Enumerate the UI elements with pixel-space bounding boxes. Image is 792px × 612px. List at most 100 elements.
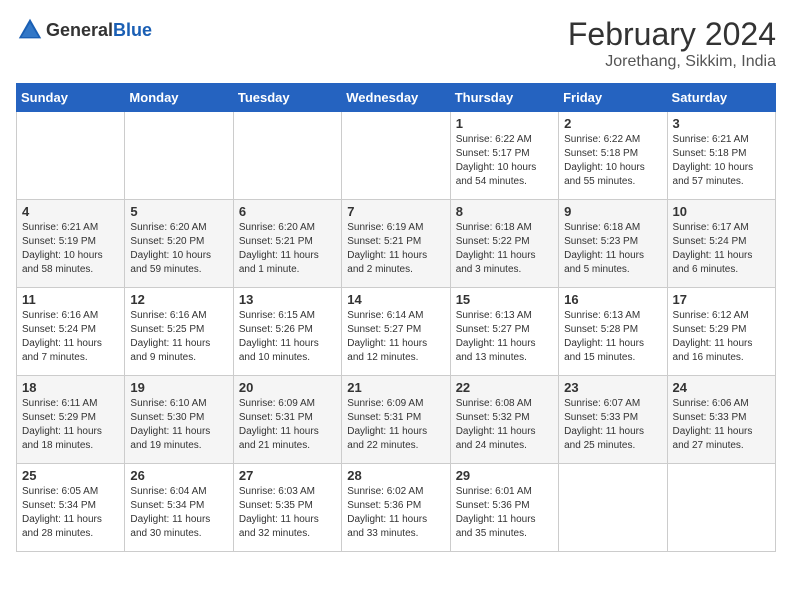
day-info: Sunrise: 6:13 AM Sunset: 5:28 PM Dayligh… (564, 309, 661, 365)
day-cell-18: 18 Sunrise: 6:11 AM Sunset: 5:29 PM Dayli… (17, 376, 125, 464)
day-info: Sunrise: 6:18 AM Sunset: 5:22 PM Dayligh… (456, 221, 553, 277)
day-cell-25: 25 Sunrise: 6:05 AM Sunset: 5:34 PM Dayli… (17, 464, 125, 552)
day-info: Sunrise: 6:12 AM Sunset: 5:29 PM Dayligh… (673, 309, 770, 365)
day-info: Sunrise: 6:16 AM Sunset: 5:25 PM Dayligh… (130, 309, 227, 365)
day-info: Sunrise: 6:02 AM Sunset: 5:36 PM Dayligh… (347, 485, 444, 541)
day-number: 11 (22, 292, 119, 307)
day-cell-13: 13 Sunrise: 6:15 AM Sunset: 5:26 PM Dayli… (233, 288, 341, 376)
day-info: Sunrise: 6:11 AM Sunset: 5:29 PM Dayligh… (22, 397, 119, 453)
day-number: 15 (456, 292, 553, 307)
day-number: 3 (673, 116, 770, 131)
weekday-header-wednesday: Wednesday (342, 84, 450, 112)
day-number: 8 (456, 204, 553, 219)
empty-cell (342, 112, 450, 200)
day-number: 29 (456, 468, 553, 483)
day-number: 10 (673, 204, 770, 219)
weekday-header-monday: Monday (125, 84, 233, 112)
week-row-1: 1 Sunrise: 6:22 AM Sunset: 5:17 PM Daylig… (17, 112, 776, 200)
day-info: Sunrise: 6:18 AM Sunset: 5:23 PM Dayligh… (564, 221, 661, 277)
day-cell-10: 10 Sunrise: 6:17 AM Sunset: 5:24 PM Dayli… (667, 200, 775, 288)
logo: GeneralBlue (16, 16, 152, 44)
day-info: Sunrise: 6:09 AM Sunset: 5:31 PM Dayligh… (239, 397, 336, 453)
empty-cell (125, 112, 233, 200)
week-row-4: 18 Sunrise: 6:11 AM Sunset: 5:29 PM Dayli… (17, 376, 776, 464)
day-cell-2: 2 Sunrise: 6:22 AM Sunset: 5:18 PM Daylig… (559, 112, 667, 200)
day-number: 18 (22, 380, 119, 395)
day-cell-16: 16 Sunrise: 6:13 AM Sunset: 5:28 PM Dayli… (559, 288, 667, 376)
day-info: Sunrise: 6:17 AM Sunset: 5:24 PM Dayligh… (673, 221, 770, 277)
day-number: 26 (130, 468, 227, 483)
day-number: 16 (564, 292, 661, 307)
day-info: Sunrise: 6:19 AM Sunset: 5:21 PM Dayligh… (347, 221, 444, 277)
day-number: 27 (239, 468, 336, 483)
day-cell-19: 19Sunrise: 6:10 AM Sunset: 5:30 PM Dayli… (125, 376, 233, 464)
day-number: 17 (673, 292, 770, 307)
empty-cell (17, 112, 125, 200)
title-area: February 2024 Jorethang, Sikkim, India (568, 16, 776, 71)
month-title: February 2024 (568, 16, 776, 53)
day-info: Sunrise: 6:14 AM Sunset: 5:27 PM Dayligh… (347, 309, 444, 365)
day-info: Sunrise: 6:21 AM Sunset: 5:19 PM Dayligh… (22, 221, 119, 277)
day-number: 13 (239, 292, 336, 307)
day-info: Sunrise: 6:04 AM Sunset: 5:34 PM Dayligh… (130, 485, 227, 541)
empty-cell (667, 464, 775, 552)
day-number: 24 (673, 380, 770, 395)
day-cell-8: 8 Sunrise: 6:18 AM Sunset: 5:22 PM Daylig… (450, 200, 558, 288)
day-info: Sunrise: 6:16 AM Sunset: 5:24 PM Dayligh… (22, 309, 119, 365)
day-cell-7: 7 Sunrise: 6:19 AM Sunset: 5:21 PM Daylig… (342, 200, 450, 288)
day-cell-27: 27 Sunrise: 6:03 AM Sunset: 5:35 PM Dayli… (233, 464, 341, 552)
day-cell-4: 4Sunrise: 6:21 AM Sunset: 5:19 PM Daylig… (17, 200, 125, 288)
day-cell-14: 14 Sunrise: 6:14 AM Sunset: 5:27 PM Dayli… (342, 288, 450, 376)
day-info: Sunrise: 6:21 AM Sunset: 5:18 PM Dayligh… (673, 133, 770, 189)
day-cell-21: 21Sunrise: 6:09 AM Sunset: 5:31 PM Dayli… (342, 376, 450, 464)
day-info: Sunrise: 6:09 AM Sunset: 5:31 PM Dayligh… (347, 397, 444, 453)
week-row-2: 4Sunrise: 6:21 AM Sunset: 5:19 PM Daylig… (17, 200, 776, 288)
day-info: Sunrise: 6:13 AM Sunset: 5:27 PM Dayligh… (456, 309, 553, 365)
logo-icon (16, 16, 44, 44)
day-number: 22 (456, 380, 553, 395)
day-info: Sunrise: 6:10 AM Sunset: 5:30 PM Dayligh… (130, 397, 227, 453)
day-number: 23 (564, 380, 661, 395)
day-number: 6 (239, 204, 336, 219)
weekday-header-thursday: Thursday (450, 84, 558, 112)
week-row-5: 25 Sunrise: 6:05 AM Sunset: 5:34 PM Dayli… (17, 464, 776, 552)
day-number: 14 (347, 292, 444, 307)
weekday-header-saturday: Saturday (667, 84, 775, 112)
day-info: Sunrise: 6:08 AM Sunset: 5:32 PM Dayligh… (456, 397, 553, 453)
day-number: 2 (564, 116, 661, 131)
day-info: Sunrise: 6:05 AM Sunset: 5:34 PM Dayligh… (22, 485, 119, 541)
day-info: Sunrise: 6:15 AM Sunset: 5:26 PM Dayligh… (239, 309, 336, 365)
day-info: Sunrise: 6:06 AM Sunset: 5:33 PM Dayligh… (673, 397, 770, 453)
day-number: 9 (564, 204, 661, 219)
day-cell-17: 17 Sunrise: 6:12 AM Sunset: 5:29 PM Dayli… (667, 288, 775, 376)
day-info: Sunrise: 6:01 AM Sunset: 5:36 PM Dayligh… (456, 485, 553, 541)
day-number: 25 (22, 468, 119, 483)
day-number: 1 (456, 116, 553, 131)
day-cell-11: 11 Sunrise: 6:16 AM Sunset: 5:24 PM Dayli… (17, 288, 125, 376)
day-cell-15: 15 Sunrise: 6:13 AM Sunset: 5:27 PM Dayli… (450, 288, 558, 376)
empty-cell (559, 464, 667, 552)
weekday-header-tuesday: Tuesday (233, 84, 341, 112)
day-cell-23: 23Sunrise: 6:07 AM Sunset: 5:33 PM Dayli… (559, 376, 667, 464)
weekday-header-friday: Friday (559, 84, 667, 112)
day-cell-28: 28Sunrise: 6:02 AM Sunset: 5:36 PM Dayli… (342, 464, 450, 552)
day-info: Sunrise: 6:03 AM Sunset: 5:35 PM Dayligh… (239, 485, 336, 541)
day-cell-22: 22 Sunrise: 6:08 AM Sunset: 5:32 PM Dayli… (450, 376, 558, 464)
day-cell-9: 9 Sunrise: 6:18 AM Sunset: 5:23 PM Daylig… (559, 200, 667, 288)
day-number: 12 (130, 292, 227, 307)
day-cell-1: 1 Sunrise: 6:22 AM Sunset: 5:17 PM Daylig… (450, 112, 558, 200)
day-cell-26: 26 Sunrise: 6:04 AM Sunset: 5:34 PM Dayli… (125, 464, 233, 552)
location-title: Jorethang, Sikkim, India (568, 53, 776, 71)
day-info: Sunrise: 6:22 AM Sunset: 5:17 PM Dayligh… (456, 133, 553, 189)
day-number: 5 (130, 204, 227, 219)
day-cell-6: 6 Sunrise: 6:20 AM Sunset: 5:21 PM Daylig… (233, 200, 341, 288)
logo-general: General (46, 20, 113, 40)
calendar-table: SundayMondayTuesdayWednesdayThursdayFrid… (16, 83, 776, 552)
day-info: Sunrise: 6:20 AM Sunset: 5:20 PM Dayligh… (130, 221, 227, 277)
day-info: Sunrise: 6:22 AM Sunset: 5:18 PM Dayligh… (564, 133, 661, 189)
day-number: 7 (347, 204, 444, 219)
day-cell-5: 5 Sunrise: 6:20 AM Sunset: 5:20 PM Daylig… (125, 200, 233, 288)
week-row-3: 11 Sunrise: 6:16 AM Sunset: 5:24 PM Dayli… (17, 288, 776, 376)
day-info: Sunrise: 6:20 AM Sunset: 5:21 PM Dayligh… (239, 221, 336, 277)
day-cell-24: 24 Sunrise: 6:06 AM Sunset: 5:33 PM Dayli… (667, 376, 775, 464)
